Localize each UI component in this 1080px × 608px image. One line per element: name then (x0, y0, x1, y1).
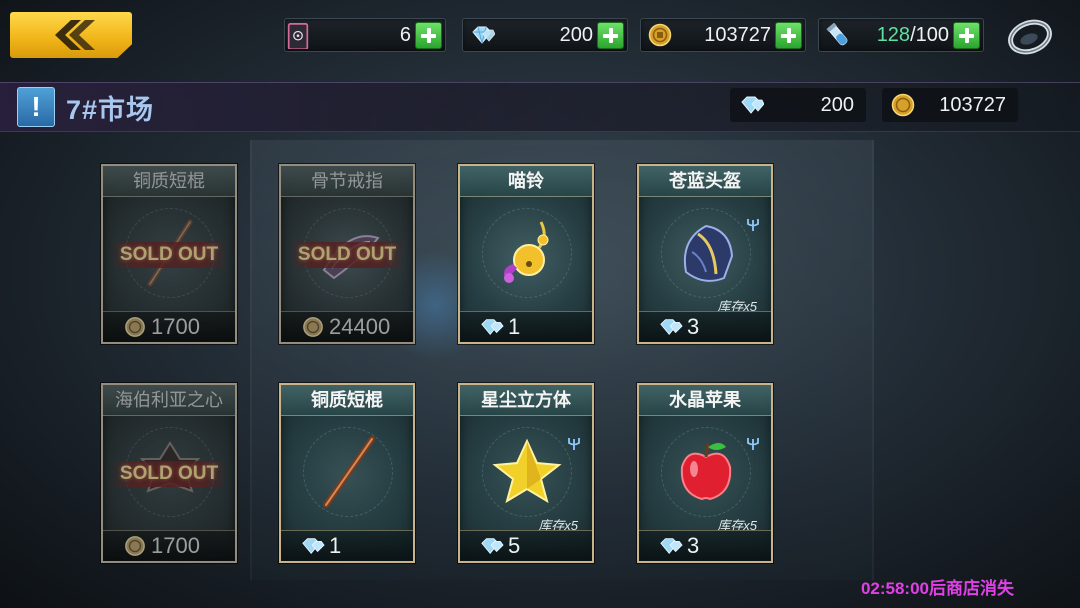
shop-item-card[interactable]: 喵铃 1 (458, 164, 594, 344)
market-gold-balance: 103727 (882, 88, 1018, 122)
sold-out-label: SOLD OUT (111, 242, 227, 268)
item-name: 苍蓝头盔 (639, 166, 771, 197)
add-stamina-button[interactable] (953, 22, 980, 49)
diamond-icon (481, 538, 504, 555)
item-name: 铜质短棍 (103, 166, 235, 197)
item-price: 1 (460, 311, 592, 342)
gold-coin-icon (303, 317, 323, 337)
diamond-icon (302, 538, 325, 555)
market-gold-value: 103727 (939, 94, 1006, 116)
sold-out-label: SOLD OUT (289, 242, 405, 268)
stardust-cube-icon (492, 438, 562, 504)
ticket-count: 6 (399, 24, 411, 46)
crystal-apple-icon (680, 442, 732, 501)
item-name: 铜质短棍 (281, 385, 413, 416)
add-gold-button[interactable] (775, 22, 802, 49)
diamond-icon (741, 96, 764, 114)
price-value: 1700 (151, 533, 200, 558)
gold-coin-icon (648, 23, 672, 47)
gold-coin-icon (891, 93, 915, 117)
shop-item-card[interactable]: 骨节戒指 SOLD OUT 24400 (279, 164, 415, 344)
azure-helmet-icon (684, 224, 734, 282)
sold-out-label: SOLD OUT (111, 461, 227, 487)
item-price: 24400 (281, 311, 413, 342)
diamond-count: 200 (559, 24, 593, 46)
item-name: 星尘立方体 (460, 385, 592, 416)
item-price: 1 (281, 530, 413, 561)
gold-resource: 103727 (640, 18, 806, 52)
stamina-resource: 128/100 (818, 18, 984, 52)
add-diamond-button[interactable] (597, 22, 624, 49)
back-button[interactable] (10, 12, 132, 58)
item-price: 3 (639, 530, 771, 561)
gold-coin-icon (125, 536, 145, 556)
ring-menu-icon[interactable] (1005, 15, 1055, 57)
price-value: 1 (329, 533, 342, 558)
shop-countdown: 02:58:00后商店消失 (860, 579, 1014, 598)
item-price: 5 (460, 530, 592, 561)
gold-count: 103727 (704, 24, 771, 46)
item-price: 1700 (103, 530, 235, 561)
price-value: 1700 (151, 314, 200, 339)
gold-coin-icon (125, 317, 145, 337)
shop-item-card[interactable]: 铜质短棍 SOLD OUT 1700 (101, 164, 237, 344)
shop-item-card[interactable]: 海伯利亚之心 SOLD OUT 1700 (101, 383, 237, 563)
diamond-icon (472, 26, 495, 44)
diamond-icon (660, 538, 683, 555)
price-value: 3 (687, 314, 700, 339)
ticket-resource: 6 (284, 18, 446, 52)
item-price: 1700 (103, 311, 235, 342)
stamina-max: /100 (910, 24, 949, 46)
price-value: 3 (687, 533, 700, 558)
stamina-current: 128 (876, 24, 911, 46)
diamond-icon (660, 319, 683, 336)
diamond-icon (481, 319, 504, 336)
add-ticket-button[interactable] (415, 22, 442, 49)
back-arrow-icon (55, 20, 95, 50)
item-price: 3 (639, 311, 771, 342)
item-name: 骨节戒指 (281, 166, 413, 197)
item-name: 海伯利亚之心 (103, 385, 235, 416)
item-name: 喵铃 (460, 166, 592, 197)
exclamation-icon[interactable]: ! (17, 87, 55, 127)
shop-item-card[interactable]: 苍蓝头盔 库存x5 3 (637, 164, 773, 344)
diamond-resource: 200 (462, 18, 628, 52)
copper-baton-icon (323, 436, 375, 508)
cat-bell-icon (504, 221, 549, 283)
price-value: 1 (508, 314, 521, 339)
item-name: 水晶苹果 (639, 385, 771, 416)
ticket-icon (287, 23, 309, 49)
price-value: 24400 (329, 314, 391, 339)
stamina-vial-icon (826, 23, 848, 46)
stamina-value: 128/100 (877, 24, 949, 47)
shop-item-card[interactable]: 星尘立方体 库存x5 5 (458, 383, 594, 563)
market-diamond-value: 200 (820, 94, 854, 116)
shop-item-card[interactable]: 水晶苹果 库存x5 3 (637, 383, 773, 563)
shop-item-card[interactable]: 铜质短棍 1 (279, 383, 415, 563)
price-value: 5 (508, 533, 521, 558)
page-title: 7#市场 (66, 95, 155, 125)
market-diamond-balance: 200 (730, 88, 866, 122)
